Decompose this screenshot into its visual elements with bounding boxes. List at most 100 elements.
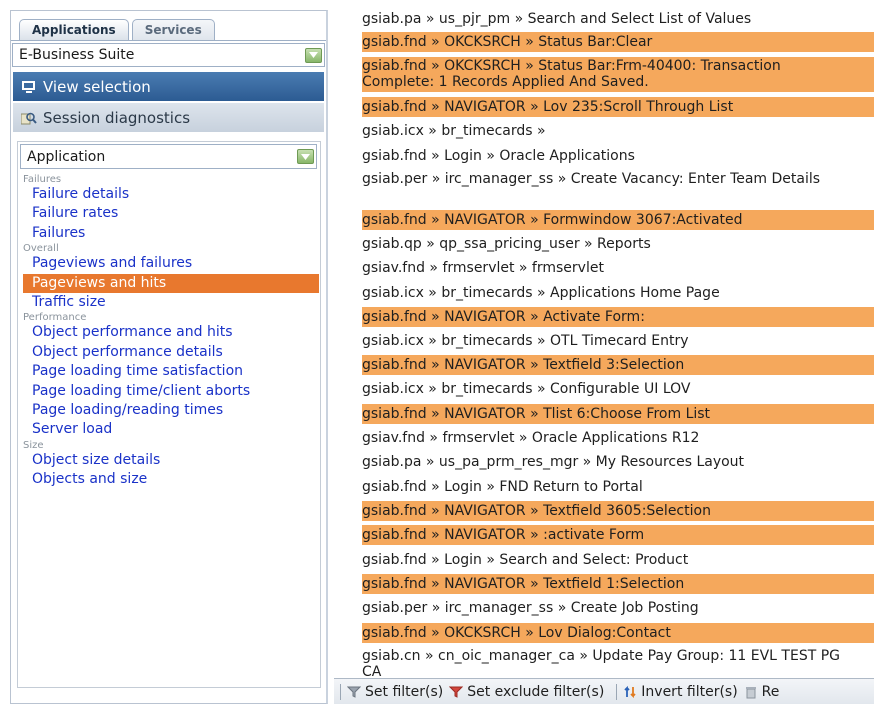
set-exclude-filter-label: Set exclude filter(s) <box>467 683 605 700</box>
set-filter-button[interactable]: Set filter(s) <box>347 684 443 700</box>
list-item[interactable]: gsiab.pa » us_pjr_pm » Search and Select… <box>362 9 874 28</box>
report-nav-box: Application Failures Failure details Failu… <box>17 141 321 688</box>
list-item-label: gsiab.fnd » OKCKSRCH » Status Bar:Clear <box>362 34 653 50</box>
list-item[interactable]: gsiab.fnd » Login » Oracle Applications <box>362 146 874 166</box>
list-item-label: gsiav.fnd » frmservlet » Oracle Applicat… <box>362 430 700 446</box>
list-item-label: gsiab.fnd » NAVIGATOR » Textfield 1:Sele… <box>362 576 685 592</box>
list-item[interactable]: gsiab.icx » br_timecards » <box>362 121 874 141</box>
list-item-label: gsiab.fnd » NAVIGATOR » Textfield 3605:S… <box>362 503 711 519</box>
nav-item[interactable]: Page loading time/client aborts <box>23 382 319 401</box>
toolbar-divider <box>340 683 341 700</box>
list-item-label: gsiab.icx » br_timecards » <box>362 123 546 139</box>
nav-item[interactable]: Object performance and hits <box>23 323 319 342</box>
list-item[interactable]: gsiab.per » irc_manager_ss » Create Vaca… <box>362 170 874 203</box>
list-item[interactable]: gsiab.cn » cn_oic_manager_ca » Update Pa… <box>362 647 874 677</box>
list-item-label: gsiab.pa » us_pa_prm_res_mgr » My Resour… <box>362 454 745 470</box>
nav-item[interactable]: Objects and size <box>23 470 319 489</box>
nav-item[interactable]: Page loading time satisfaction <box>23 362 319 381</box>
view-selection-label: View selection <box>43 77 151 96</box>
set-filter-label: Set filter(s) <box>365 683 444 700</box>
list-item-label: gsiab.icx » br_timecards » Configurable … <box>362 381 691 397</box>
filter-toolbar: Set filter(s) Set exclude filter(s) Inve… <box>334 678 874 704</box>
list-item[interactable]: gsiab.per » irc_manager_ss » Create Job … <box>362 598 874 618</box>
list-item[interactable]: gsiab.fnd » Login » FND Return to Portal <box>362 477 874 497</box>
invert-filter-label: Invert filter(s) <box>641 683 738 700</box>
list-item-label: gsiab.fnd » NAVIGATOR » Formwindow 3067:… <box>362 212 743 228</box>
chevron-down-icon[interactable] <box>305 47 322 63</box>
list-item[interactable]: gsiab.fnd » Login » Search and Select: P… <box>362 550 874 570</box>
list-item[interactable]: gsiab.icx » br_timecards » Configurable … <box>362 379 874 399</box>
application-select-value: Application <box>27 148 106 165</box>
list-item[interactable]: gsiab.fnd » NAVIGATOR » Textfield 1:Sele… <box>362 574 874 594</box>
list-item[interactable]: gsiav.fnd » frmservlet » Oracle Applicat… <box>362 428 874 448</box>
list-item[interactable]: gsiav.fnd » frmservlet » frmservlet <box>362 258 874 278</box>
view-selection-button[interactable]: View selection <box>13 72 324 101</box>
application-select[interactable]: Application <box>20 144 317 169</box>
list-item[interactable]: gsiab.fnd » OKCKSRCH » Lov Dialog:Contac… <box>362 623 874 643</box>
list-item-label: gsiab.per » irc_manager_ss » Create Vaca… <box>362 171 821 187</box>
remove-filter-label: Re <box>761 683 780 700</box>
list-item-label: gsiab.fnd » NAVIGATOR » Tlist 6:Choose F… <box>362 406 711 422</box>
magnifier-icon <box>20 111 37 125</box>
tab-services[interactable]: Services <box>131 19 215 40</box>
list-item[interactable]: gsiab.fnd » OKCKSRCH » Status Bar:Frm-40… <box>362 57 874 92</box>
list-item-label: gsiab.fnd » NAVIGATOR » :activate Form <box>362 527 645 543</box>
left-panel: Applications Services E-Business Suite V… <box>10 10 328 704</box>
list-item-label: gsiab.cn » cn_oic_manager_ca » Update Pa… <box>362 648 840 677</box>
list-item[interactable]: gsiab.icx » br_timecards » Applications … <box>362 283 874 303</box>
list-item-label: gsiav.fnd » frmservlet » frmservlet <box>362 260 604 276</box>
list-item[interactable]: gsiab.fnd » NAVIGATOR » Formwindow 3067:… <box>362 210 874 230</box>
list-item-label: gsiab.fnd » NAVIGATOR » Activate Form: <box>362 309 645 325</box>
list-item-label: gsiab.icx » br_timecards » Applications … <box>362 285 720 301</box>
monitor-icon <box>21 80 37 94</box>
nav-item[interactable]: Server load <box>23 420 319 439</box>
nav-group-heading: Overall <box>23 243 59 255</box>
list-item[interactable]: gsiab.icx » br_timecards » OTL Timecard … <box>362 331 874 351</box>
list-item[interactable]: gsiab.fnd » NAVIGATOR » Textfield 3605:S… <box>362 501 874 521</box>
list-item-label: gsiab.fnd » Login » Search and Select: P… <box>362 552 689 568</box>
list-item[interactable]: gsiab.fnd » NAVIGATOR » Activate Form: <box>362 307 874 327</box>
session-diagnostics-button[interactable]: Session diagnostics <box>13 103 324 132</box>
chevron-down-icon[interactable] <box>297 149 314 164</box>
list-item-label: gsiab.fnd » NAVIGATOR » Textfield 3:Sele… <box>362 357 685 373</box>
funnel-exclude-icon <box>449 686 464 698</box>
nav-item[interactable]: Pageviews and failures <box>23 254 319 273</box>
nav-item[interactable]: Failure details <box>23 185 319 204</box>
list-item-label: gsiab.fnd » Login » Oracle Applications <box>362 148 635 164</box>
invert-filter-button[interactable]: Invert filter(s) <box>623 683 738 700</box>
nav-item[interactable]: Failures <box>23 224 319 243</box>
nav-item[interactable]: Traffic size <box>23 293 319 312</box>
list-item-label: gsiab.fnd » NAVIGATOR » Lov 235:Scroll T… <box>362 99 734 115</box>
list-item[interactable]: gsiab.fnd » NAVIGATOR » :activate Form <box>362 525 874 545</box>
report-nav-list: Failures Failure details Failure rates Fail… <box>18 174 320 490</box>
nav-item[interactable]: Object size details <box>23 451 319 470</box>
set-exclude-filter-button[interactable]: Set exclude filter(s) <box>449 684 604 700</box>
funnel-icon <box>347 686 361 698</box>
toolbar-divider <box>616 683 618 700</box>
list-item-label: gsiab.qp » qp_ssa_pricing_user » Reports <box>362 236 651 252</box>
list-item[interactable]: gsiab.fnd » OKCKSRCH » Status Bar:Clear <box>362 32 874 52</box>
list-item[interactable]: gsiab.pa » us_pa_prm_res_mgr » My Resour… <box>362 452 874 472</box>
remove-filter-button[interactable]: Re <box>744 683 780 700</box>
tab-applications[interactable]: Applications <box>19 19 129 40</box>
suite-select[interactable]: E-Business Suite <box>12 43 325 67</box>
list-item-label: gsiab.pa » us_pjr_pm » Search and Select… <box>362 11 752 27</box>
list-item[interactable]: gsiab.fnd » NAVIGATOR » Tlist 6:Choose F… <box>362 404 874 424</box>
nav-group-heading: Failures <box>23 174 62 185</box>
nav-group-heading: Size <box>23 439 44 451</box>
nav-group-heading: Performance <box>23 312 87 324</box>
list-item-label: gsiab.icx » br_timecards » OTL Timecard … <box>362 333 689 349</box>
list-item-label: gsiab.fnd » OKCKSRCH » Status Bar:Frm-40… <box>362 58 781 90</box>
list-item[interactable]: gsiab.fnd » NAVIGATOR » Textfield 3:Sele… <box>362 355 874 375</box>
suite-select-value: E-Business Suite <box>19 47 135 63</box>
nav-item[interactable]: Page loading/reading times <box>23 401 319 420</box>
nav-item[interactable]: Object performance details <box>23 343 319 362</box>
invert-arrows-icon <box>624 685 636 698</box>
list-item[interactable]: gsiab.fnd » NAVIGATOR » Lov 235:Scroll T… <box>362 97 874 117</box>
list-item-label: gsiab.fnd » Login » FND Return to Portal <box>362 479 643 495</box>
nav-item[interactable]: Pageviews and hits <box>23 273 319 294</box>
list-item[interactable]: gsiab.qp » qp_ssa_pricing_user » Reports <box>362 234 874 254</box>
trash-icon <box>745 686 756 698</box>
list-item-label: gsiab.per » irc_manager_ss » Create Job … <box>362 600 699 616</box>
nav-item[interactable]: Failure rates <box>23 204 319 223</box>
